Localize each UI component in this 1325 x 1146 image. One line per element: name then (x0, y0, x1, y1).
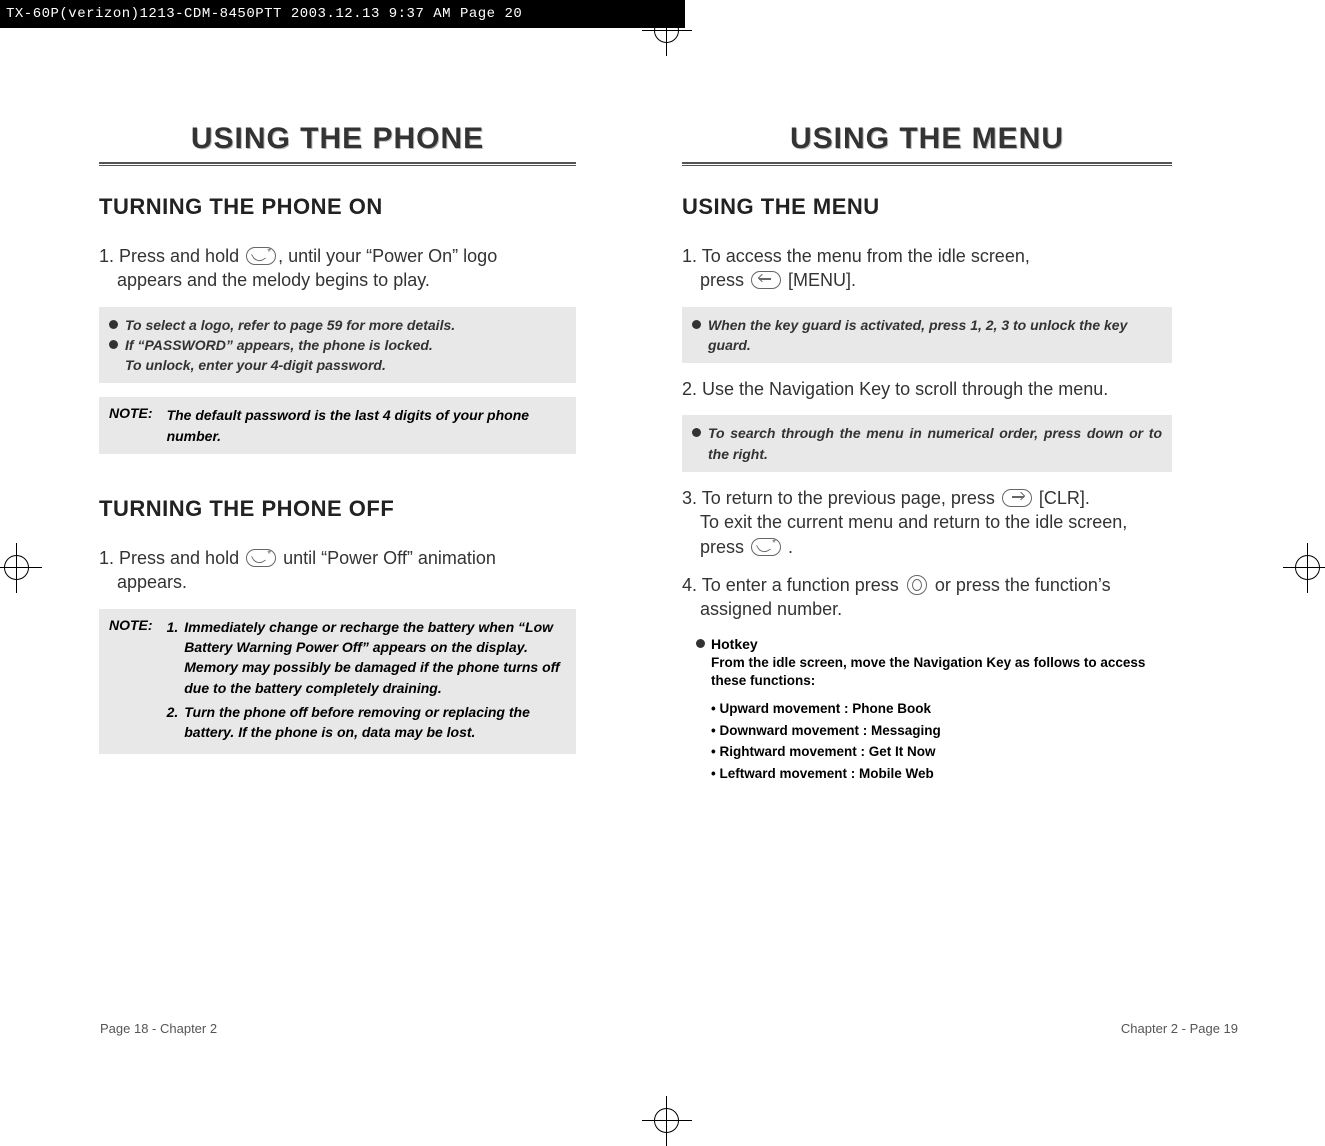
text: 3. To return to the previous page, press (682, 488, 995, 508)
hotkey-item: • Upward movement : Phone Book (711, 698, 1172, 720)
page-title-right: USING THE MENU (682, 122, 1172, 156)
title-underline (99, 162, 576, 166)
note-text: Immediately change or recharge the batte… (184, 617, 566, 698)
info-box-keyguard: When the key guard is activated, press 1… (682, 307, 1172, 364)
hotkey-section: Hotkey From the idle screen, move the Na… (696, 636, 1172, 785)
hotkey-item: • Downward movement : Messaging (711, 720, 1172, 742)
step-4-menu: 4. To enter a function press or press th… (682, 573, 1172, 622)
text: press (700, 537, 744, 557)
info-box-on: To select a logo, refer to page 59 for m… (99, 307, 576, 384)
note-number: 1. (167, 617, 179, 698)
text: [MENU]. (788, 270, 856, 290)
header-print-info: TX-60P(verizon)1213-CDM-8450PTT 2003.12.… (0, 0, 685, 28)
text: or press the function’s (935, 575, 1111, 595)
right-page: USING THE MENU USING THE MENU 1. To acce… (654, 122, 1224, 784)
bullet-icon (696, 639, 705, 648)
footer-left: Page 18 - Chapter 2 (100, 1021, 217, 1036)
text: To exit the current menu and return to t… (682, 512, 1127, 532)
step-1-off: 1. Press and hold until “Power Off” anim… (99, 546, 576, 595)
text: assigned number. (682, 599, 842, 619)
bullet-text: To search through the menu in numerical … (708, 423, 1162, 464)
text: appears and the melody begins to play. (99, 270, 430, 290)
power-key-icon (246, 247, 276, 265)
text: [CLR]. (1039, 488, 1090, 508)
note-number: 2. (167, 702, 179, 743)
hotkey-title: Hotkey (711, 636, 758, 652)
bullet-text: If “PASSWORD” appears, the phone is lock… (125, 337, 433, 353)
text: press (700, 270, 744, 290)
text: appears. (99, 572, 187, 592)
note-label: NOTE: (109, 617, 153, 747)
title-underline (682, 162, 1172, 166)
info-box-search: To search through the menu in numerical … (682, 415, 1172, 472)
bullet-text: When the key guard is activated, press 1… (708, 315, 1162, 356)
note-box-off: NOTE: 1.Immediately change or recharge t… (99, 609, 576, 755)
bullet-text: To select a logo, refer to page 59 for m… (125, 315, 455, 335)
note-text: The default password is the last 4 digit… (167, 405, 566, 446)
bullet-text: To unlock, enter your 4-digit password. (125, 357, 386, 373)
step-1-menu: 1. To access the menu from the idle scre… (682, 244, 1172, 293)
text: . (788, 537, 793, 557)
nav-key-icon (907, 575, 927, 595)
step-1-on: 1. Press and hold , until your “Power On… (99, 244, 576, 293)
page-title-left: USING THE PHONE (99, 122, 576, 156)
text: , until your “Power On” logo (278, 246, 497, 266)
hotkey-item: • Rightward movement : Get It Now (711, 741, 1172, 763)
hotkey-desc: From the idle screen, move the Navigatio… (696, 654, 1172, 690)
note-text: Turn the phone off before removing or re… (184, 702, 566, 743)
left-page: USING THE PHONE TURNING THE PHONE ON 1. … (34, 122, 604, 784)
text: 1. To access the menu from the idle scre… (682, 246, 1030, 266)
power-key-icon (246, 549, 276, 567)
note-box-on: NOTE: The default password is the last 4… (99, 397, 576, 454)
power-key-icon (751, 538, 781, 556)
text: 4. To enter a function press (682, 575, 899, 595)
step-3-menu: 3. To return to the previous page, press… (682, 486, 1172, 559)
section-turning-on: TURNING THE PHONE ON (99, 194, 576, 220)
section-using-menu: USING THE MENU (682, 194, 1172, 220)
footer-right: Chapter 2 - Page 19 (1121, 1021, 1238, 1036)
section-turning-off: TURNING THE PHONE OFF (99, 496, 576, 522)
text: 1. Press and hold (99, 246, 239, 266)
step-2-menu: 2. Use the Navigation Key to scroll thro… (682, 377, 1172, 401)
clr-key-icon (1002, 489, 1032, 507)
text: 1. Press and hold (99, 548, 239, 568)
note-label: NOTE: (109, 405, 153, 446)
hotkey-item: • Leftward movement : Mobile Web (711, 763, 1172, 785)
text: until “Power Off” animation (283, 548, 496, 568)
soft-key-icon (751, 271, 781, 289)
